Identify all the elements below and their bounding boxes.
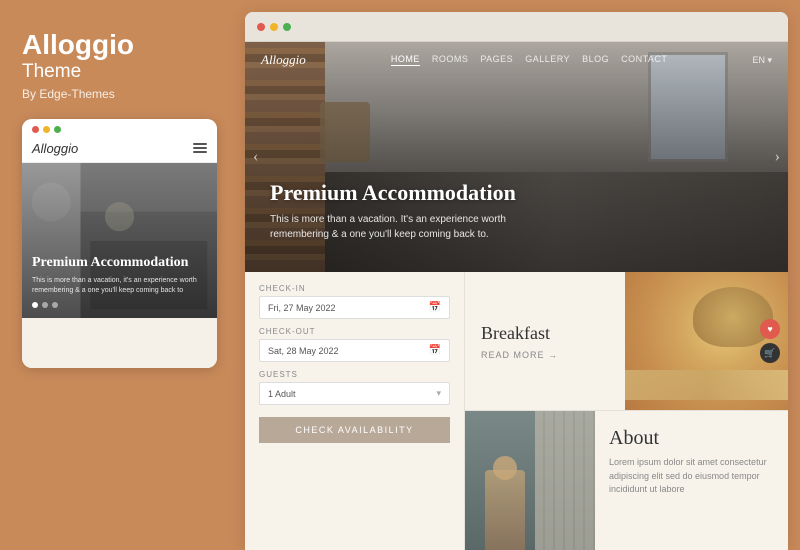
about-section: About Lorem ipsum dolor sit amet consect…	[465, 411, 788, 550]
mockup-bottom	[22, 318, 217, 368]
site-nav: Alloggio HOME ROOMS PAGES GALLERY BLOG C…	[245, 42, 788, 78]
booking-form: CHECK-IN Fri, 27 May 2022 📅 CHECK-OUT Sa…	[245, 272, 465, 550]
checkout-input[interactable]: Sat, 28 May 2022 📅	[259, 339, 450, 362]
mockup-hero-title: Premium Accommodation	[32, 255, 207, 272]
icons-overlay: ♥ 🛒	[760, 319, 780, 363]
nav-link-rooms[interactable]: ROOMS	[432, 54, 469, 66]
check-availability-button[interactable]: CHECK AVAILABILITY	[259, 417, 450, 443]
theme-subtitle: Theme	[22, 61, 223, 83]
guests-select[interactable]: 1 Adult ▾	[259, 382, 450, 405]
browser-chrome	[245, 12, 788, 42]
browser-dot-yellow	[270, 23, 278, 31]
nav-link-contact[interactable]: CONTACT	[621, 54, 667, 66]
slide-dot-3	[52, 302, 58, 308]
site-hero: Alloggio HOME ROOMS PAGES GALLERY BLOG C…	[245, 42, 788, 272]
nav-link-home[interactable]: HOME	[391, 54, 420, 66]
checkin-label: CHECK-IN	[259, 284, 450, 293]
about-info: About Lorem ipsum dolor sit amet consect…	[595, 411, 788, 550]
calendar-icon-2: 📅	[429, 345, 441, 356]
calendar-icon: 📅	[429, 302, 441, 313]
theme-title: Alloggio	[22, 30, 223, 61]
food-tray	[625, 370, 788, 400]
mockup-dot-red	[32, 126, 39, 133]
chevron-down-icon: ▾	[436, 388, 441, 399]
person-head	[493, 456, 517, 480]
browser-content: Alloggio HOME ROOMS PAGES GALLERY BLOG C…	[245, 42, 788, 550]
guests-label: GUESTS	[259, 370, 450, 379]
mobile-mockup: Alloggio Premium Accommodation This is m…	[22, 119, 217, 368]
slide-dot-2	[42, 302, 48, 308]
nav-link-pages[interactable]: PAGES	[480, 54, 513, 66]
hero-prev-arrow[interactable]: ‹	[253, 148, 258, 166]
language-selector[interactable]: EN ▾	[752, 55, 772, 66]
mockup-browser-nav: Alloggio	[22, 137, 217, 163]
hero-title: Premium Accommodation	[270, 180, 516, 206]
left-panel: Alloggio Theme By Edge-Themes Alloggio P…	[0, 0, 245, 550]
about-title: About	[609, 427, 774, 450]
hero-content: Premium Accommodation This is more than …	[270, 180, 516, 242]
mockup-topbar	[22, 119, 217, 137]
mockup-hero-text: This is more than a vacation, it's an ex…	[32, 276, 207, 296]
site-logo: Alloggio	[261, 52, 306, 68]
nav-link-gallery[interactable]: GALLERY	[525, 54, 570, 66]
browser-dot-green	[283, 23, 291, 31]
wall-texture	[535, 411, 595, 550]
browser-dot-red	[257, 23, 265, 31]
theme-author: By Edge-Themes	[22, 87, 223, 101]
favorite-icon[interactable]: ♥	[760, 319, 780, 339]
about-photo	[465, 411, 595, 550]
checkout-label: CHECK-OUT	[259, 327, 450, 336]
breakfast-card: Breakfast READ MORE ♥ 🛒	[465, 272, 788, 411]
mockup-hero: Premium Accommodation This is more than …	[22, 163, 217, 318]
feature-area: Breakfast READ MORE ♥ 🛒	[465, 272, 788, 550]
breakfast-title: Breakfast	[481, 323, 609, 344]
breakfast-photo: ♥ 🛒	[625, 272, 788, 410]
slide-dot-1	[32, 302, 38, 308]
cart-icon[interactable]: 🛒	[760, 343, 780, 363]
nav-link-blog[interactable]: BLOG	[582, 54, 609, 66]
nav-links: HOME ROOMS PAGES GALLERY BLOG CONTACT	[391, 54, 668, 66]
browser-window: Alloggio HOME ROOMS PAGES GALLERY BLOG C…	[245, 12, 788, 550]
site-bottom: CHECK-IN Fri, 27 May 2022 📅 CHECK-OUT Sa…	[245, 272, 788, 550]
hero-description: This is more than a vacation. It's an ex…	[270, 212, 510, 242]
breakfast-read-more[interactable]: READ MORE	[481, 350, 609, 360]
hero-next-arrow[interactable]: ›	[775, 148, 780, 166]
about-text: Lorem ipsum dolor sit amet consectetur a…	[609, 456, 774, 497]
breakfast-info: Breakfast READ MORE	[465, 272, 625, 410]
hamburger-icon[interactable]	[193, 143, 207, 153]
mockup-slide-dots	[32, 302, 207, 308]
mockup-dot-green	[54, 126, 61, 133]
mockup-dot-yellow	[43, 126, 50, 133]
mockup-logo: Alloggio	[32, 141, 78, 156]
checkin-input[interactable]: Fri, 27 May 2022 📅	[259, 296, 450, 319]
person-figure	[485, 470, 525, 550]
